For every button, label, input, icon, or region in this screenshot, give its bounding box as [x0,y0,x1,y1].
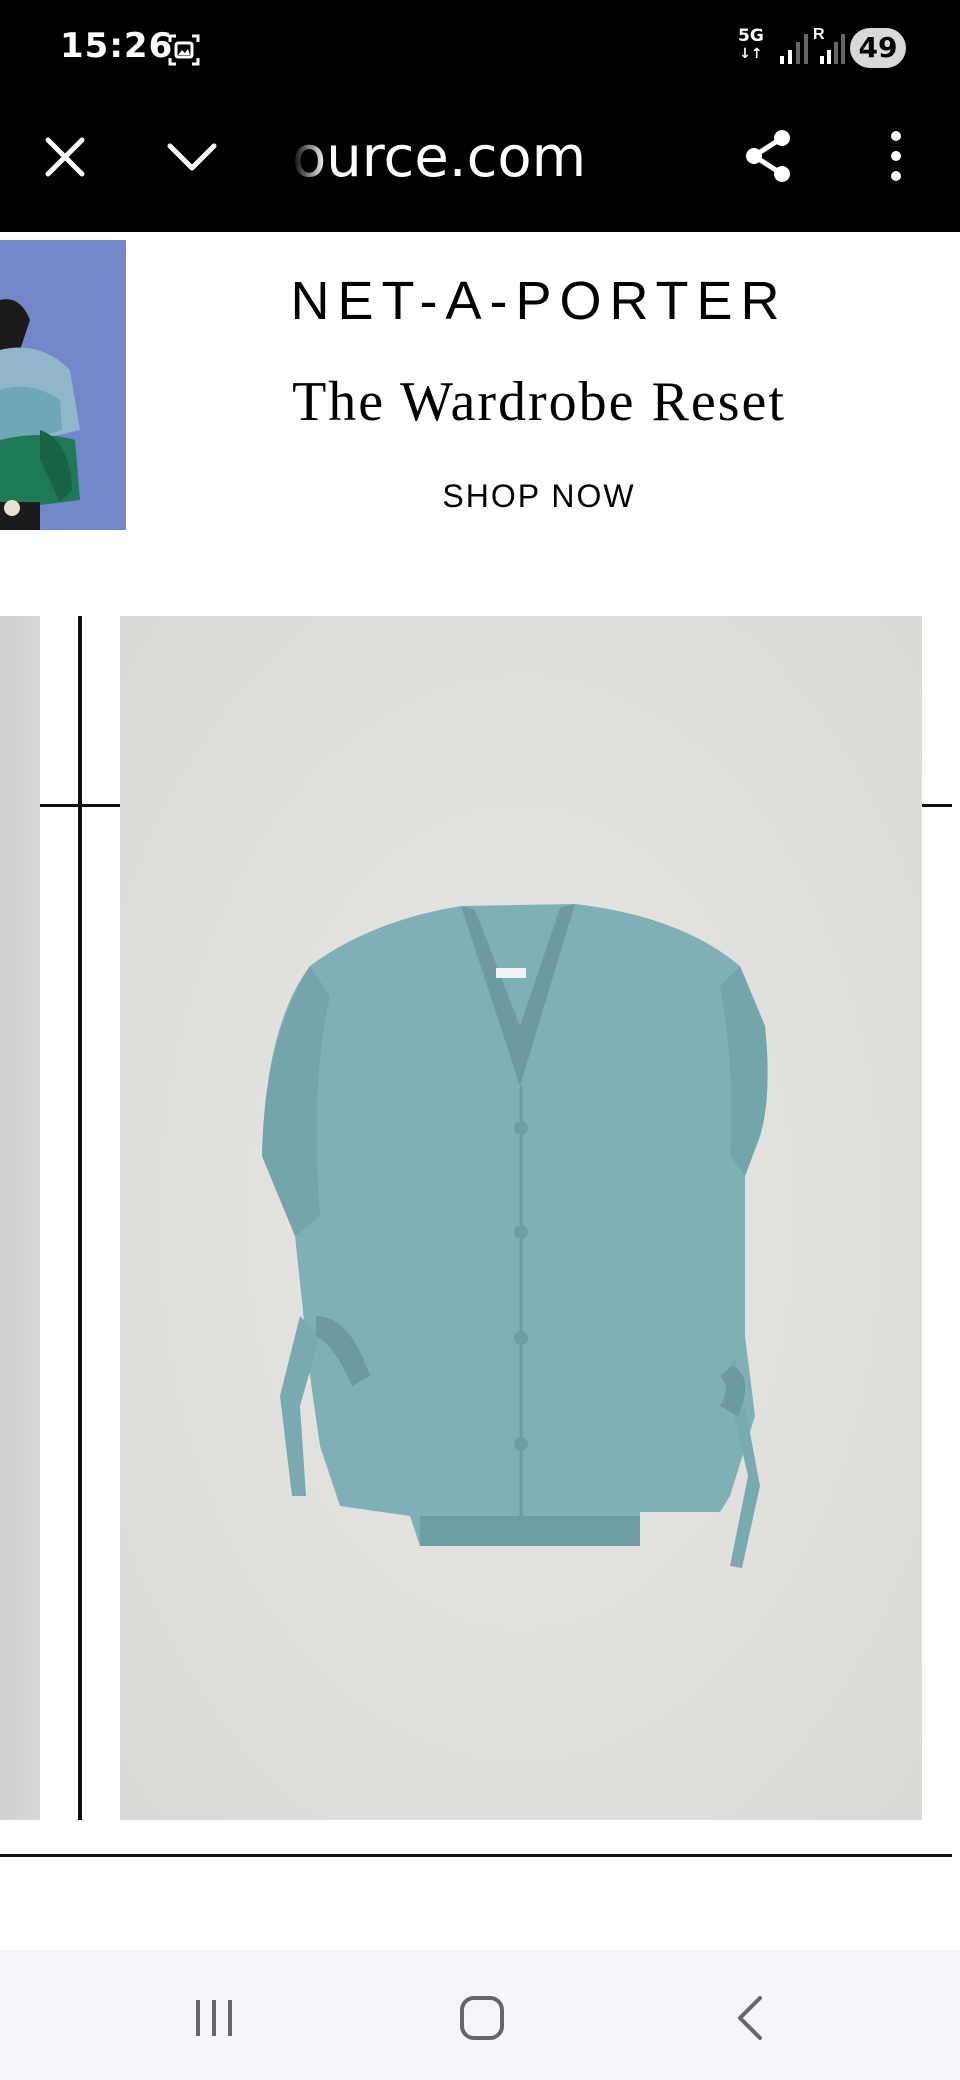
network-5g-indicator: 5G ↓↑ [738,28,764,63]
chevron-down-icon[interactable] [166,136,218,180]
ad-model-image[interactable] [0,240,126,530]
browser-toolbar: ource.com [0,100,960,232]
recent-apps-icon[interactable] [184,1988,244,2048]
status-bar: 15:26 5G ↓↑ R 49 [0,0,960,100]
cardigan-illustration [262,904,768,1568]
previous-product-image[interactable] [0,616,40,1820]
ad-brand-logo: NET-A-PORTER [290,271,788,331]
back-icon[interactable] [722,1988,782,2048]
gallery-divider [78,616,82,1820]
status-time: 15:26 [60,26,174,66]
product-image[interactable] [120,616,922,1820]
more-vertical-icon[interactable] [872,128,920,184]
product-gallery [0,614,960,1857]
system-nav-bar [0,1950,960,2080]
ad-headline: The Wardrobe Reset [292,371,786,433]
ad-banner[interactable]: NET-A-PORTER The Wardrobe Reset SHOP NOW [0,232,960,807]
url-text: ource.com [292,125,587,190]
screenshot-icon [168,34,200,66]
network-type-label: 5G [738,26,764,46]
signal-strength-roaming-icon [820,34,845,64]
share-icon[interactable] [740,126,796,186]
home-icon[interactable] [452,1988,512,2048]
close-icon[interactable] [40,132,90,182]
battery-indicator: 49 [850,28,906,68]
divider [0,1854,952,1857]
shop-now-button[interactable]: SHOP NOW [146,478,932,515]
url-bar[interactable]: ource.com [292,122,622,194]
data-arrows-icon: ↓↑ [739,46,763,62]
signal-strength-icon [780,34,808,64]
